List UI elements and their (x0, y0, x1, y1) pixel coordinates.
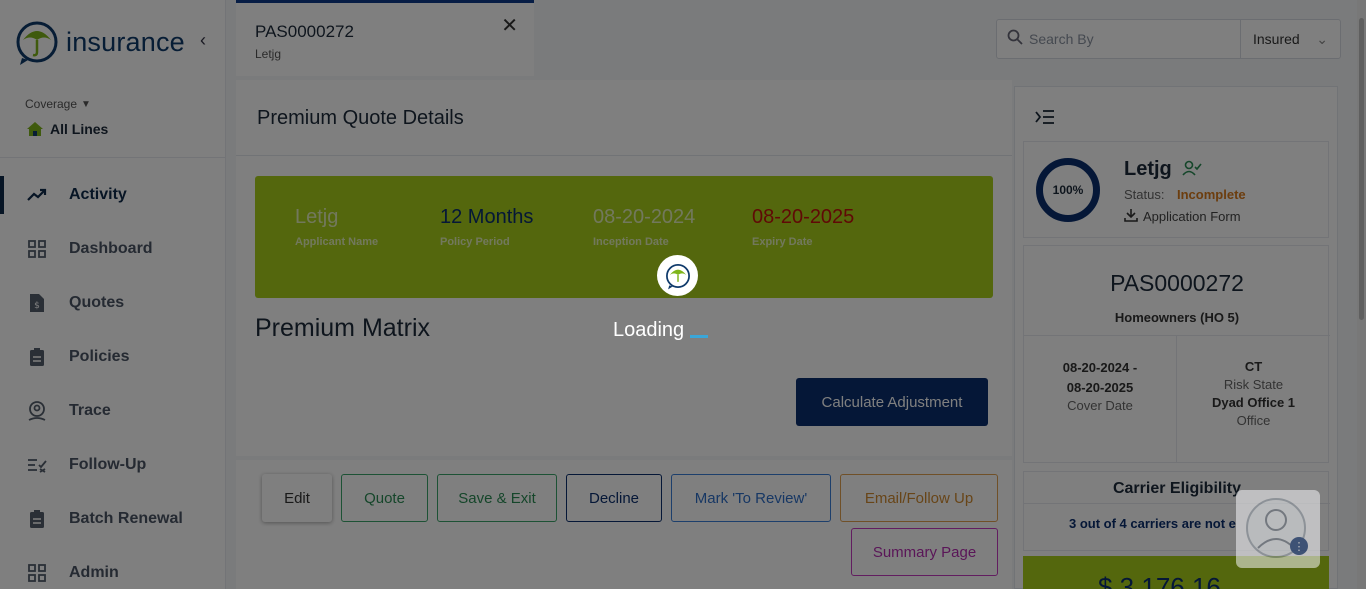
agent-avatar-icon: ⋮ (1246, 498, 1308, 558)
umbrella-chat-logo-icon (665, 263, 690, 289)
svg-text:⋮: ⋮ (1294, 540, 1305, 553)
loading-logo (657, 255, 698, 296)
chat-assistant-widget[interactable]: ⋮ (1236, 490, 1320, 568)
loading-text: Loading (613, 319, 685, 341)
loading-indicator (690, 335, 708, 338)
loading-overlay: Loading (0, 0, 1366, 589)
